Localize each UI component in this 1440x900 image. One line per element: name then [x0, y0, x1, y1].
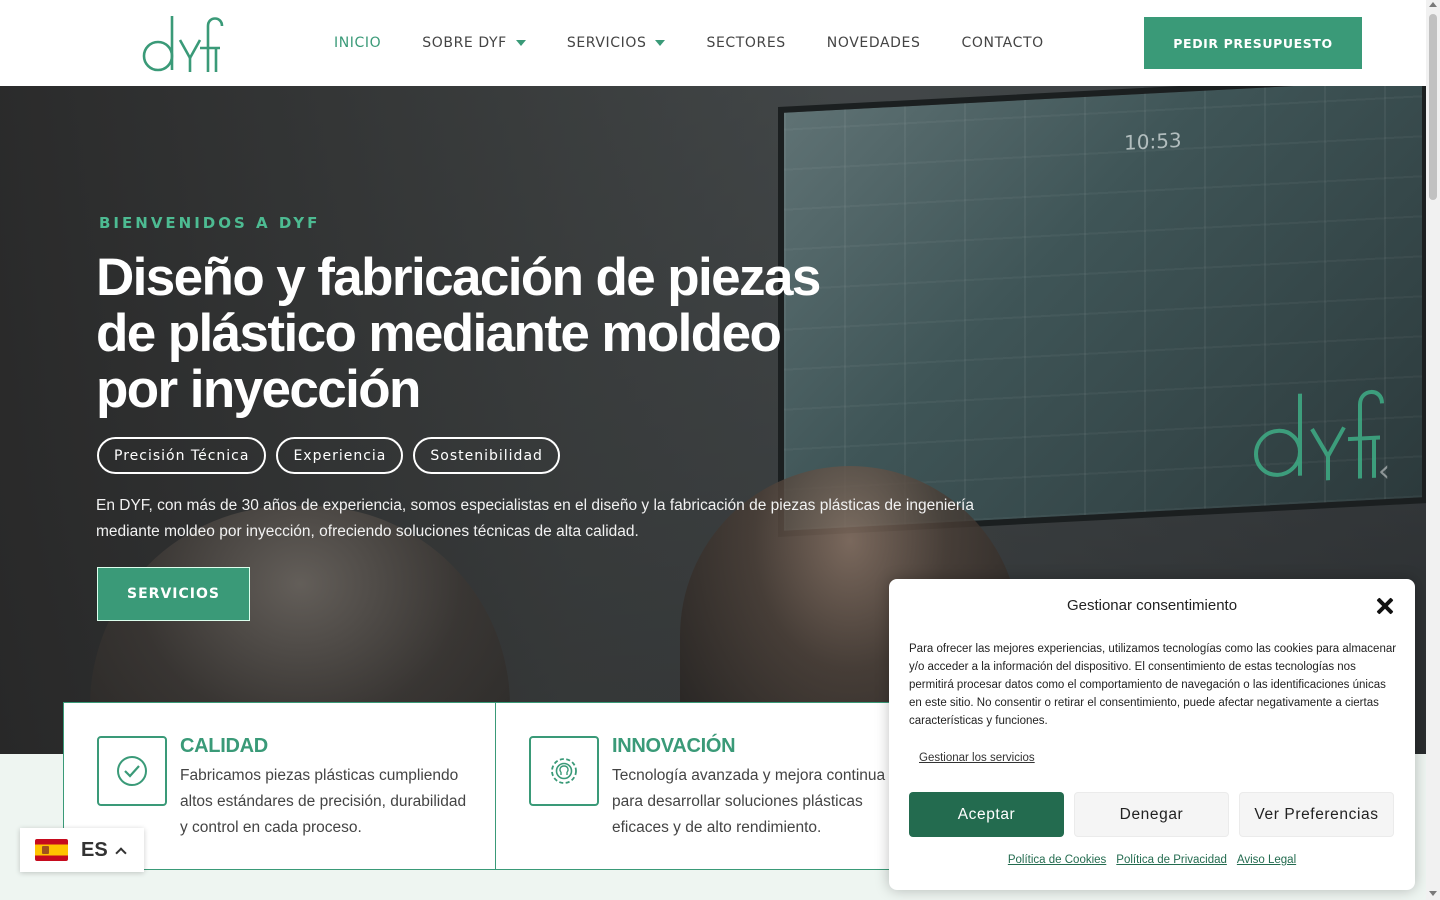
- spain-flag-icon: [35, 839, 68, 861]
- nav-item-servicios[interactable]: SERVICIOS: [567, 35, 666, 51]
- screen-clock: 10:53: [1124, 127, 1182, 155]
- consent-footer-links: Política de Cookies Política de Privacid…: [889, 854, 1415, 866]
- consent-buttons: Aceptar Denegar Ver Preferencias: [909, 792, 1394, 837]
- check-circle-icon: [97, 736, 167, 806]
- accept-button[interactable]: Aceptar: [909, 792, 1064, 837]
- feature-card-innovacion: INNOVACIÓN Tecnología avanzada y mejora …: [496, 702, 929, 870]
- consent-title: Gestionar consentimiento: [1066, 597, 1238, 614]
- hero-kicker: BIENVENIDOS A DYF: [99, 214, 321, 232]
- hero-description: En DYF, con más de 30 años de experienci…: [96, 497, 974, 540]
- page-scrollbar[interactable]: [1426, 0, 1440, 900]
- nav-label: SOBRE DYF: [422, 35, 507, 51]
- nav-label: SERVICIOS: [566, 35, 647, 51]
- hero-headline: Diseño y fabricación de piezas de plásti…: [96, 248, 821, 419]
- language-code: ES: [81, 838, 108, 861]
- consent-text: Para ofrecer las mejores experiencias, u…: [909, 643, 1397, 727]
- nav-label: SECTORES: [706, 35, 786, 51]
- feature-text: Fabricamos piezas plásticas cumpliendo a…: [180, 767, 467, 836]
- screen-dyf-logo-icon: [1254, 389, 1384, 481]
- caret-down-icon: [515, 40, 526, 46]
- main-nav: INICIO SOBRE DYF SERVICIOS SECTORES NOVE…: [334, 0, 1085, 86]
- site-header: INICIO SOBRE DYF SERVICIOS SECTORES NOVE…: [0, 0, 1426, 86]
- cookie-consent-dialog: Gestionar consentimiento Para ofrecer la…: [889, 579, 1415, 890]
- request-quote-button[interactable]: PEDIR PRESUPUESTO: [1144, 17, 1362, 69]
- nav-label: INICIO: [334, 35, 382, 51]
- nav-label: CONTACTO: [961, 35, 1044, 51]
- feature-title: INNOVACIÓN: [612, 735, 736, 757]
- manage-services-link[interactable]: Gestionar los servicios: [919, 752, 1035, 764]
- language-selector[interactable]: ES: [20, 828, 144, 872]
- services-button[interactable]: SERVICIOS: [97, 567, 250, 621]
- nav-label: NOVEDADES: [826, 35, 921, 51]
- nav-item-novedades[interactable]: NOVEDADES: [827, 35, 921, 51]
- privacy-policy-link[interactable]: Política de Privacidad: [1116, 854, 1227, 866]
- flag-emblem: [42, 846, 49, 854]
- nav-item-contacto[interactable]: CONTACTO: [962, 35, 1044, 51]
- hero-pills: Precisión Técnica Experiencia Sostenibil…: [97, 437, 560, 474]
- nav-item-sectores[interactable]: SECTORES: [706, 35, 785, 51]
- pill-sostenibilidad[interactable]: Sostenibilidad: [413, 437, 560, 474]
- close-icon[interactable]: [1374, 595, 1396, 617]
- features-row: CALIDAD Fabricamos piezas plásticas cump…: [63, 702, 933, 870]
- preferences-button[interactable]: Ver Preferencias: [1239, 792, 1394, 837]
- pill-experiencia[interactable]: Experiencia: [276, 437, 404, 474]
- dyf-logo[interactable]: [140, 12, 226, 74]
- scroll-down-icon[interactable]: [1429, 891, 1437, 896]
- feature-text: Tecnología avanzada y mejora continua pa…: [612, 767, 886, 836]
- scrollbar-thumb[interactable]: [1429, 14, 1437, 200]
- deny-button[interactable]: Denegar: [1074, 792, 1229, 837]
- nav-item-sobre-dyf[interactable]: SOBRE DYF: [422, 35, 526, 51]
- legal-notice-link[interactable]: Aviso Legal: [1237, 854, 1296, 866]
- gear-bulb-icon: [529, 736, 599, 806]
- nav-item-inicio[interactable]: INICIO: [334, 35, 381, 51]
- scroll-up-icon[interactable]: [1429, 2, 1437, 7]
- feature-title: CALIDAD: [180, 735, 268, 757]
- chevron-up-icon: [115, 846, 127, 859]
- cookie-policy-link[interactable]: Política de Cookies: [1008, 854, 1106, 866]
- caret-down-icon: [655, 40, 666, 46]
- pill-precision[interactable]: Precisión Técnica: [97, 437, 267, 474]
- slider-prev-icon[interactable]: ‹: [1378, 454, 1390, 489]
